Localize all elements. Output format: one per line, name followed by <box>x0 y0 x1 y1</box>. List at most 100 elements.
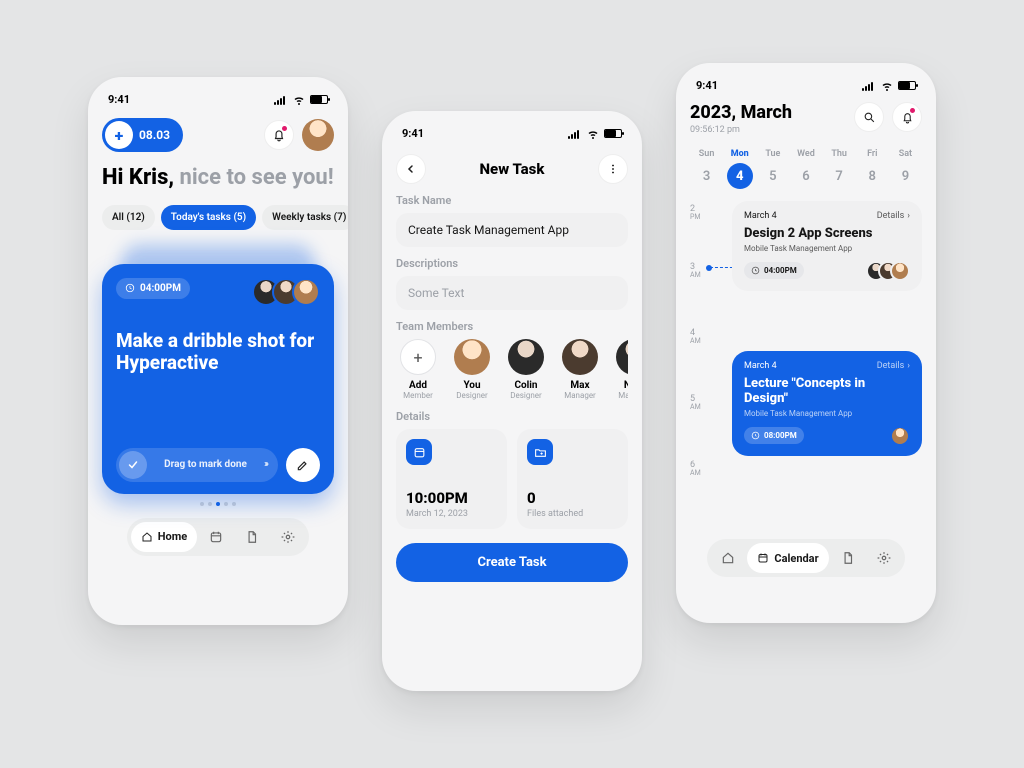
detail-files-card[interactable]: 0 Files attached <box>517 429 628 529</box>
file-icon <box>841 551 855 565</box>
more-vertical-icon <box>607 163 619 175</box>
date-pill-text: 08.03 <box>139 128 180 142</box>
greeting-name: Hi Kris, <box>102 165 174 190</box>
edit-task-button[interactable] <box>286 448 320 482</box>
event-title: Design 2 App Screens <box>744 227 910 242</box>
card-pager <box>102 502 334 506</box>
tab-files[interactable] <box>235 522 269 552</box>
wifi-icon <box>881 80 893 92</box>
tab-settings[interactable] <box>867 543 901 573</box>
status-time: 9:41 <box>402 127 424 140</box>
description-input[interactable]: Some Text <box>396 276 628 310</box>
weekday-fri[interactable]: Fri8 <box>856 149 889 189</box>
tab-calendar[interactable] <box>199 522 233 552</box>
event-date: March 4 <box>744 211 777 221</box>
event-card-lecture[interactable]: March 4Details › Lecture "Concepts in De… <box>732 351 922 456</box>
chip-all[interactable]: All (12) <box>102 205 155 230</box>
back-button[interactable] <box>396 154 426 184</box>
date-add-pill[interactable]: + 08.03 <box>102 118 183 152</box>
event-time-chip: 04:00PM <box>744 262 804 279</box>
task-card[interactable]: 04:00PM Make a dribble shot for Hyperact… <box>102 264 334 494</box>
detail-files-sub: Files attached <box>527 509 618 519</box>
swipe-knob[interactable] <box>119 451 147 479</box>
tab-calendar[interactable]: Calendar <box>747 543 828 573</box>
tab-files[interactable] <box>831 543 865 573</box>
calendar-icon <box>406 439 432 465</box>
member-colin[interactable]: Colin Designer <box>504 339 548 400</box>
task-title: Make a dribble shot for Hyperactive <box>116 330 320 375</box>
event-card-design-screens[interactable]: March 4 Details › Design 2 App Screens Mo… <box>732 201 922 291</box>
battery-icon <box>898 81 916 90</box>
chip-today[interactable]: Today's tasks (5) <box>161 205 256 230</box>
clock-icon <box>751 431 760 440</box>
tab-home[interactable]: Home <box>131 522 197 552</box>
status-time: 9:41 <box>696 79 718 92</box>
bottom-tabbar: Calendar <box>690 539 922 577</box>
tab-home[interactable] <box>711 543 745 573</box>
swipe-done-track[interactable]: Drag to mark done ››› <box>116 448 278 482</box>
label-task-name: Task Name <box>396 194 628 207</box>
label-details: Details <box>396 410 628 423</box>
member-you[interactable]: You Designer <box>450 339 494 400</box>
signal-icon <box>568 129 582 139</box>
home-icon <box>141 531 153 543</box>
new-task-screen: 9:41 New Task Task Name Create Task Mana… <box>382 111 642 691</box>
profile-avatar[interactable] <box>302 119 334 151</box>
event-details-link[interactable]: Details › <box>877 361 910 371</box>
chip-weekly[interactable]: Weekly tasks (7) <box>262 205 348 230</box>
chevrons-icon: ››› <box>264 459 275 470</box>
status-time: 9:41 <box>108 93 130 106</box>
weekday-mon[interactable]: Mon4 <box>723 149 756 189</box>
tab-settings[interactable] <box>271 522 305 552</box>
file-icon <box>245 530 259 544</box>
event-subtitle: Mobile Task Management App <box>744 244 910 253</box>
bottom-tabbar: Home <box>102 518 334 556</box>
event-assignees <box>866 261 910 281</box>
month-title: 2023, March <box>690 102 792 123</box>
member-nick[interactable]: Nick Manager <box>612 339 628 400</box>
gear-icon <box>281 530 295 544</box>
notifications-button[interactable] <box>892 102 922 132</box>
wifi-icon <box>587 128 599 140</box>
check-icon <box>127 459 139 471</box>
swipe-label: Drag to mark done <box>147 459 264 470</box>
label-team-members: Team Members <box>396 320 628 333</box>
weekday-wed[interactable]: Wed6 <box>789 149 822 189</box>
plus-icon: + <box>400 339 436 375</box>
status-bar: 9:41 <box>396 125 628 150</box>
more-button[interactable] <box>598 154 628 184</box>
signal-icon <box>862 81 876 91</box>
weekday-sun[interactable]: Sun3 <box>690 149 723 189</box>
weekday-tue[interactable]: Tue5 <box>756 149 789 189</box>
timeline: 2PM 3AM 4AM 5AM 6AM March 4Details › Des… <box>690 201 922 531</box>
task-name-input[interactable]: Create Task Management App <box>396 213 628 247</box>
event-subtitle: Mobile Task Management App <box>744 409 910 418</box>
hour-label: 3AM <box>690 263 701 279</box>
status-bar: 9:41 <box>102 91 334 116</box>
clock-icon <box>751 266 760 275</box>
weekday-sat[interactable]: Sat9 <box>889 149 922 189</box>
calendar-screen: 9:41 2023, March 09:56:12 pm Sun3 Mon4 T… <box>676 63 936 623</box>
event-details-link[interactable]: Details › <box>877 211 910 221</box>
event-time-chip: 08:00PM <box>744 427 804 444</box>
clock-icon <box>125 283 135 293</box>
label-descriptions: Descriptions <box>396 257 628 270</box>
search-button[interactable] <box>854 102 884 132</box>
avatar <box>292 278 320 306</box>
current-time: 09:56:12 pm <box>690 125 792 135</box>
calendar-icon <box>209 530 223 544</box>
notifications-button[interactable] <box>264 120 294 150</box>
event-date: March 4 <box>744 361 777 371</box>
battery-icon <box>310 95 328 104</box>
member-max[interactable]: Max Manager <box>558 339 602 400</box>
weekday-thu[interactable]: Thu7 <box>823 149 856 189</box>
gear-icon <box>877 551 891 565</box>
hour-label: 2PM <box>690 205 701 221</box>
wifi-icon <box>293 94 305 106</box>
add-member-button[interactable]: + Add Member <box>396 339 440 400</box>
detail-time-card[interactable]: 10:00PM March 12, 2023 <box>396 429 507 529</box>
home-screen: 9:41 + 08.03 Hi Kris, nice to see you! <box>88 77 348 625</box>
create-task-button[interactable]: Create Task <box>396 543 628 582</box>
hour-label: 6AM <box>690 461 701 477</box>
plus-icon: + <box>105 121 133 149</box>
